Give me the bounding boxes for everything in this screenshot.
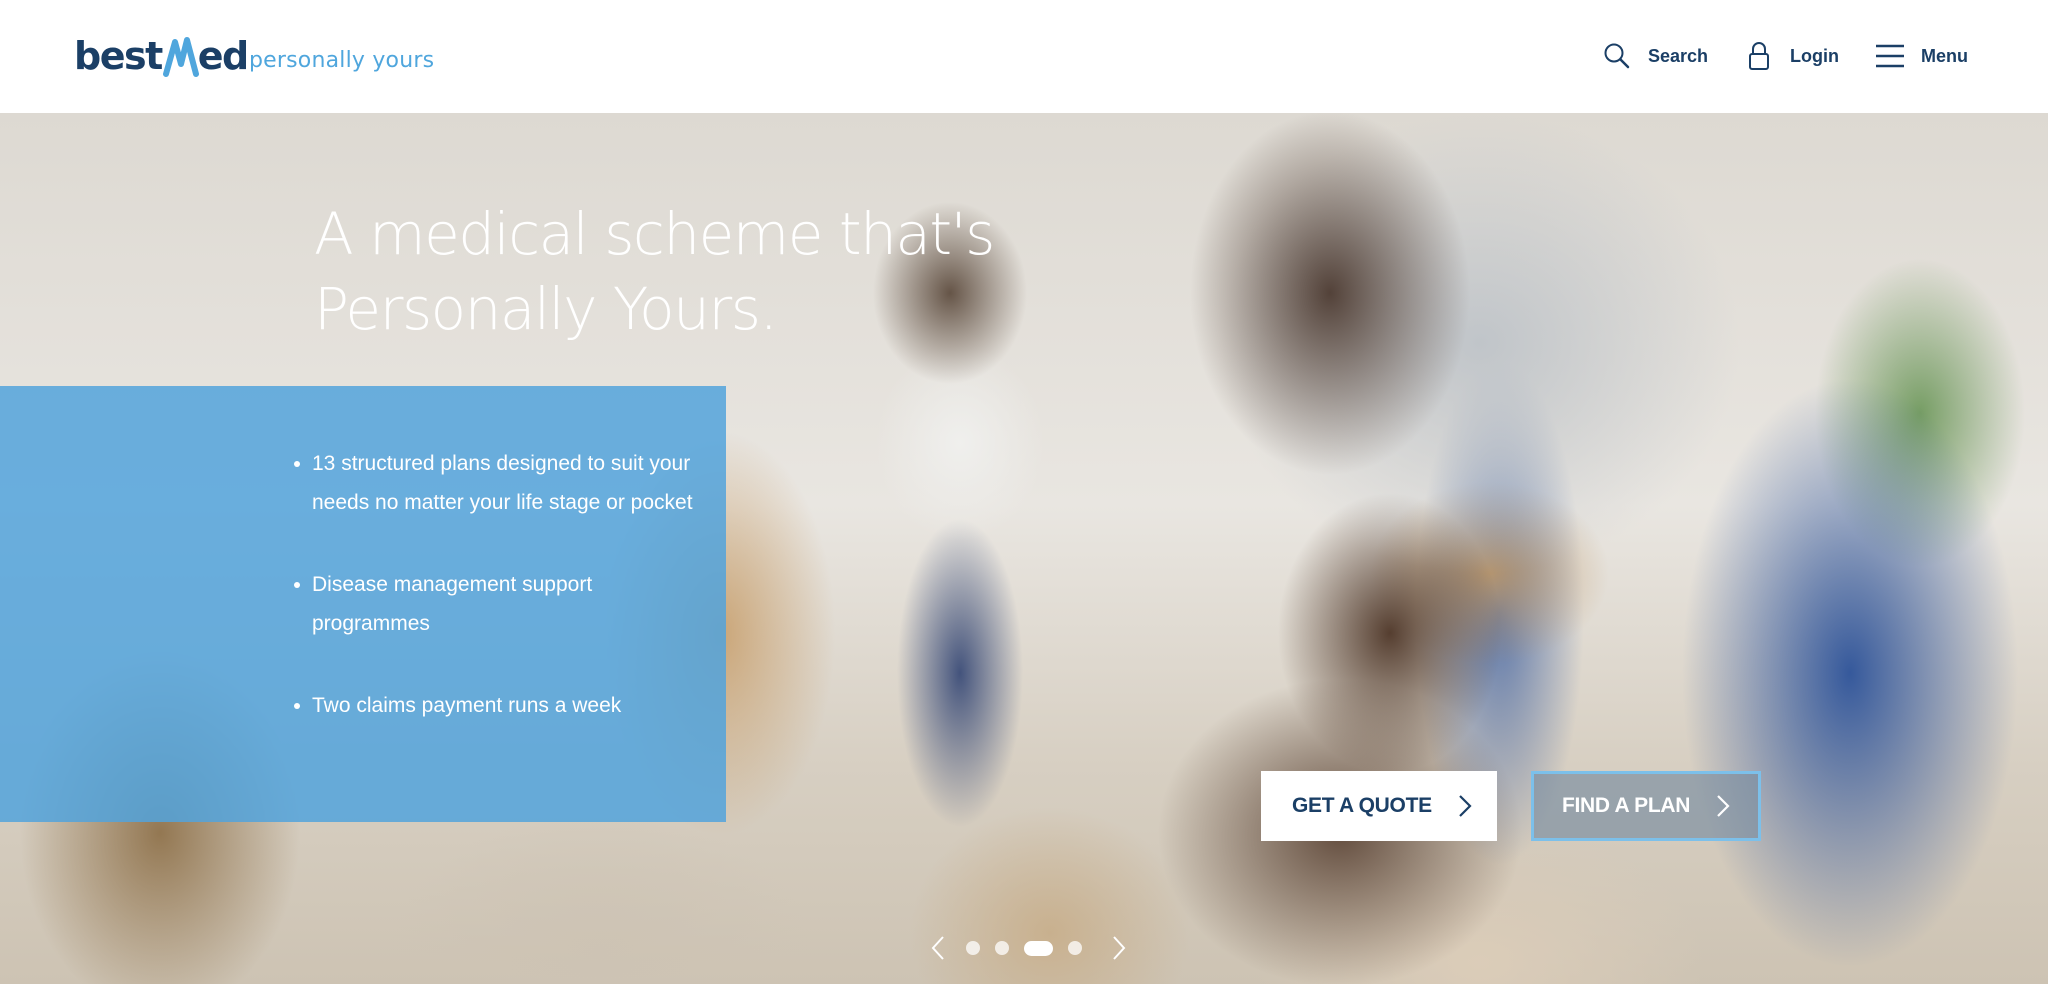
carousel-dot-1[interactable] [966, 941, 980, 955]
brand-tagline: personally yours [249, 48, 435, 73]
carousel-prev-button[interactable] [928, 934, 948, 962]
chevron-right-icon [1458, 794, 1472, 818]
logo-text-ed: ed [197, 34, 249, 78]
benefits-panel: 13 structured plans designed to suit you… [0, 386, 726, 822]
carousel-dot-2[interactable] [995, 941, 1009, 955]
benefit-item: Two claims payment runs a week [294, 686, 694, 725]
hero-title-line2: Personally Yours. [314, 275, 778, 343]
chevron-right-icon [1716, 794, 1730, 818]
menu-button[interactable]: Menu [1875, 40, 1968, 72]
search-label: Search [1647, 45, 1709, 66]
logo-text-best: best [74, 34, 163, 78]
search-icon [1602, 40, 1632, 72]
carousel-controls [928, 933, 1129, 963]
hamburger-icon [1875, 40, 1905, 72]
login-button[interactable]: Login [1744, 40, 1839, 72]
get-a-quote-label: GET A QUOTE [1292, 794, 1432, 817]
carousel-next-button[interactable] [1109, 934, 1129, 962]
carousel-dots [966, 940, 1097, 956]
login-label: Login [1790, 45, 1839, 66]
logo-wordmark: best ed [74, 34, 249, 78]
carousel-dot-3-active[interactable] [1024, 940, 1053, 956]
hero-title-line1: A medical scheme that's [314, 200, 995, 268]
chevron-right-icon [1113, 936, 1126, 960]
carousel-dot-4[interactable] [1068, 941, 1082, 955]
benefit-item: Disease management support programmes [294, 565, 694, 643]
search-button[interactable]: Search [1602, 40, 1708, 72]
chevron-left-icon [931, 936, 944, 960]
hero-banner: A medical scheme that's Personally Yours… [0, 113, 2048, 984]
find-a-plan-label: FIND A PLAN [1562, 794, 1691, 817]
get-a-quote-button[interactable]: GET A QUOTE [1261, 771, 1497, 841]
hero-title: A medical scheme that's Personally Yours… [314, 197, 1014, 347]
lock-icon [1744, 40, 1774, 72]
find-a-plan-button[interactable]: FIND A PLAN [1531, 771, 1761, 841]
bestmed-logo[interactable]: best ed [74, 34, 249, 78]
menu-label: Menu [1921, 45, 1968, 66]
benefit-item: 13 structured plans designed to suit you… [294, 444, 694, 522]
site-header: best ed personally yours Search Login Me… [0, 0, 2048, 113]
header-nav: Search Login Menu [1566, 38, 1968, 74]
benefits-list: 13 structured plans designed to suit you… [294, 444, 694, 768]
logo-m-icon [162, 34, 199, 78]
